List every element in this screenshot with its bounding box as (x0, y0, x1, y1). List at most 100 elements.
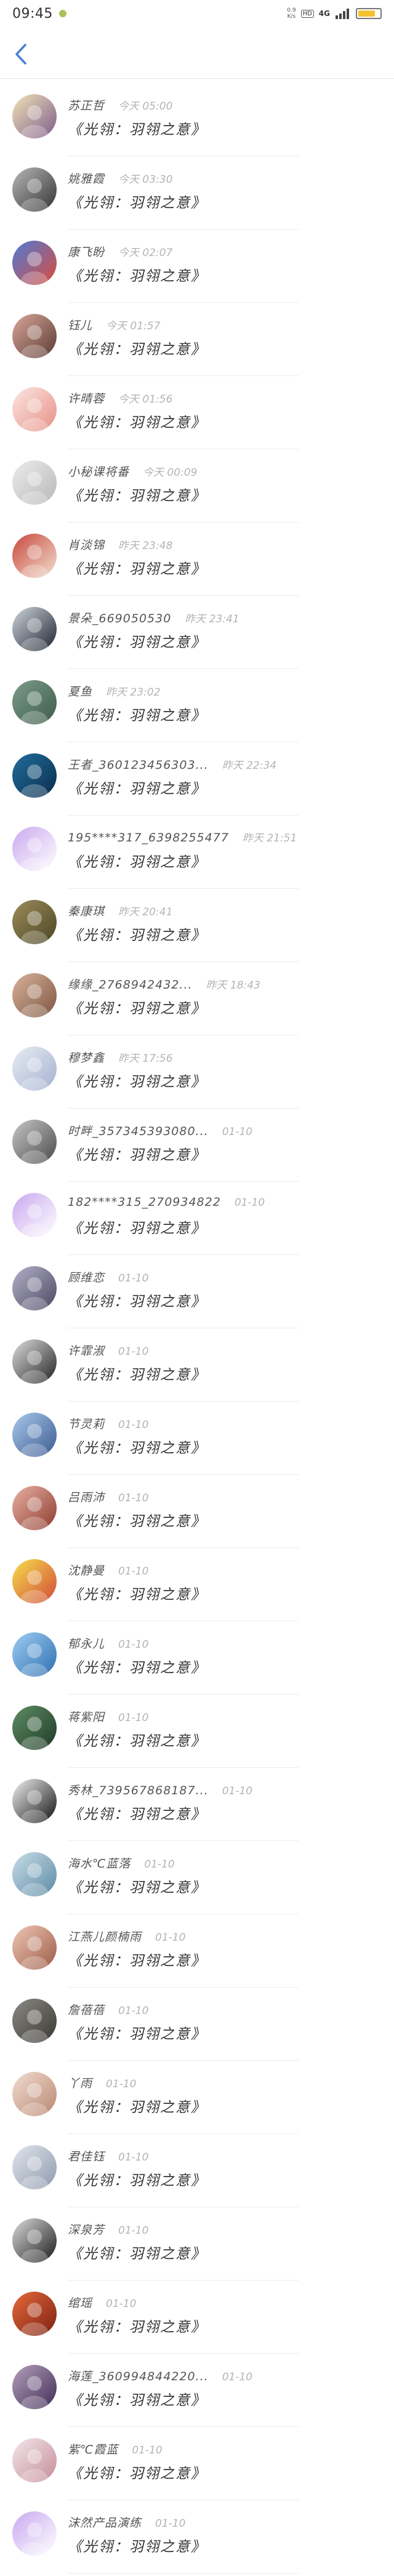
conversation-row[interactable]: 穆梦鑫 昨天 17:56 《光翎：羽翎之意》 (0, 1035, 394, 1109)
conversation-row[interactable]: 182****315_270934822 01-10 《光翎：羽翎之意》 (0, 1182, 394, 1255)
conversation-list: 苏正哲 今天 05:00 《光翎：羽翎之意》 姚雅霞 今天 03:30 《光翎：羽翎之意》… (0, 83, 394, 2574)
conversation-row[interactable]: 紫℃霞蓝 01-10 《光翎：羽翎之意》 (0, 2427, 394, 2500)
avatar[interactable] (12, 2438, 57, 2482)
avatar[interactable] (12, 1706, 57, 1750)
conversation-row[interactable]: 节灵莉 01-10 《光翎：羽翎之意》 (0, 1402, 394, 1475)
avatar[interactable] (12, 973, 57, 1017)
message-time: 01-10 (234, 1197, 265, 1209)
avatar[interactable] (12, 2218, 57, 2263)
avatar[interactable] (12, 241, 57, 285)
contact-name: 苏正哲 (68, 99, 105, 113)
conversation-row[interactable]: 苏正哲 今天 05:00 《光翎：羽翎之意》 (0, 83, 394, 156)
avatar[interactable] (12, 2072, 57, 2116)
avatar[interactable] (12, 1413, 57, 1457)
avatar[interactable] (12, 680, 57, 724)
contact-name: 沈静曼 (68, 1564, 105, 1578)
avatar[interactable] (12, 460, 57, 505)
conversation-row[interactable]: 康飞盼 今天 02:07 《光翎：羽翎之意》 (0, 230, 394, 303)
conversation-row[interactable]: 吕雨沛 01-10 《光翎：羽翎之意》 (0, 1475, 394, 1548)
contact-name: 沫然产品演练 (68, 2516, 142, 2530)
avatar[interactable] (12, 827, 57, 871)
avatar[interactable] (12, 1046, 57, 1091)
message-time: 昨天 17:56 (118, 1053, 173, 1065)
conversation-row[interactable]: 绾瑶 01-10 《光翎：羽翎之意》 (0, 2281, 394, 2354)
network-speed: 0.9 K/s (287, 7, 296, 20)
avatar[interactable] (12, 753, 57, 798)
contact-name: 绾瑶 (68, 2297, 93, 2310)
conversation-row[interactable]: 深泉芳 01-10 《光翎：羽翎之意》 (0, 2207, 394, 2281)
contact-name: 小秘课将番 (68, 465, 130, 479)
conversation-row[interactable]: 海水℃蓝落 01-10 《光翎：羽翎之意》 (0, 1841, 394, 1914)
avatar[interactable] (12, 167, 57, 212)
conversation-row[interactable]: 詹蓓蓓 01-10 《光翎：羽翎之意》 (0, 1988, 394, 2061)
avatar[interactable] (12, 1559, 57, 1603)
avatar[interactable] (12, 2511, 57, 2556)
battery-icon (356, 8, 382, 19)
conversation-row[interactable]: 海莲_360994844220... 01-10 《光翎：羽翎之意》 (0, 2354, 394, 2427)
contact-name: 王者_360123456303... (68, 758, 209, 772)
conversation-row[interactable]: 许晴蓉 今天 01:56 《光翎：羽翎之意》 (0, 376, 394, 449)
avatar[interactable] (12, 1852, 57, 1896)
conversation-row[interactable]: 秀林_739567868187... 01-10 《光翎：羽翎之意》 (0, 1768, 394, 1841)
contact-name: 丫雨 (68, 2077, 93, 2090)
message-preview: 《光翎：羽翎之意》 (68, 488, 206, 504)
avatar[interactable] (12, 1486, 57, 1530)
avatar[interactable] (12, 2292, 57, 2336)
contact-name: 詹蓓蓓 (68, 2004, 105, 2017)
conversation-row[interactable]: 钰儿 今天 01:57 《光翎：羽翎之意》 (0, 303, 394, 376)
contact-name: 郁永儿 (68, 1637, 105, 1651)
conversation-row[interactable]: 时畔_357345393080... 01-10 《光翎：羽翎之意》 (0, 1109, 394, 1182)
avatar[interactable] (12, 1999, 57, 2043)
avatar[interactable] (12, 94, 57, 138)
message-time: 01-10 (132, 2444, 163, 2457)
conversation-row[interactable]: 秦康琪 昨天 20:41 《光翎：羽翎之意》 (0, 889, 394, 962)
conversation-row[interactable]: 丫雨 01-10 《光翎：羽翎之意》 (0, 2061, 394, 2134)
conversation-row[interactable]: 肖淡锦 昨天 23:48 《光翎：羽翎之意》 (0, 523, 394, 596)
conversation-row[interactable]: 沈静曼 01-10 《光翎：羽翎之意》 (0, 1548, 394, 1621)
message-time: 今天 05:00 (118, 100, 173, 113)
avatar[interactable] (12, 1120, 57, 1164)
avatar[interactable] (12, 900, 57, 944)
avatar[interactable] (12, 1193, 57, 1237)
contact-name: 海水℃蓝落 (68, 1857, 131, 1871)
conversation-row[interactable]: 195****317_6398255477 昨天 21:51 《光翎：羽翎之意》 (0, 816, 394, 889)
avatar[interactable] (12, 1266, 57, 1310)
message-preview: 《光翎：羽翎之意》 (68, 561, 206, 577)
avatar[interactable] (12, 1632, 57, 1677)
back-button[interactable] (9, 42, 33, 66)
avatar[interactable] (12, 314, 57, 358)
contact-name: 江燕儿颜楠雨 (68, 1930, 142, 1944)
avatar[interactable] (12, 1339, 57, 1384)
conversation-row[interactable]: 蒋紫阳 01-10 《光翎：羽翎之意》 (0, 1695, 394, 1768)
conversation-row[interactable]: 姚雅霞 今天 03:30 《光翎：羽翎之意》 (0, 156, 394, 230)
message-time: 昨天 23:02 (106, 686, 161, 699)
avatar[interactable] (12, 2145, 57, 2189)
avatar[interactable] (12, 1779, 57, 1823)
conversation-row[interactable]: 君佳钰 01-10 《光翎：羽翎之意》 (0, 2134, 394, 2207)
conversation-row[interactable]: 缘缘_2768942432... 昨天 18:43 《光翎：羽翎之意》 (0, 962, 394, 1035)
conversation-row[interactable]: 王者_360123456303... 昨天 22:34 《光翎：羽翎之意》 (0, 742, 394, 816)
conversation-row[interactable]: 郁永儿 01-10 《光翎：羽翎之意》 (0, 1621, 394, 1695)
conversation-row[interactable]: 景朵_669050530 昨天 23:41 《光翎：羽翎之意》 (0, 596, 394, 669)
conversation-row[interactable]: 夏鱼 昨天 23:02 《光翎：羽翎之意》 (0, 669, 394, 742)
message-time: 01-10 (118, 1639, 149, 1651)
avatar[interactable] (12, 387, 57, 431)
message-time: 01-10 (106, 2298, 137, 2310)
message-preview: 《光翎：羽翎之意》 (68, 635, 206, 651)
conversation-row[interactable]: 小秘课将番 今天 00:09 《光翎：羽翎之意》 (0, 449, 394, 523)
message-preview: 《光翎：羽翎之意》 (68, 2466, 206, 2482)
message-time: 01-10 (155, 2518, 186, 2530)
conversation-row[interactable]: 沫然产品演练 01-10 《光翎：羽翎之意》 (0, 2500, 394, 2574)
message-preview: 《光翎：羽翎之意》 (68, 2319, 206, 2335)
contact-name: 肖淡锦 (68, 539, 105, 552)
contact-name: 秀林_739567868187... (68, 1784, 209, 1797)
contact-name: 海莲_360994844220... (68, 2370, 209, 2383)
conversation-row[interactable]: 顾维恋 01-10 《光翎：羽翎之意》 (0, 1255, 394, 1328)
conversation-row[interactable]: 江燕儿颜楠雨 01-10 《光翎：羽翎之意》 (0, 1914, 394, 1988)
avatar[interactable] (12, 1925, 57, 1970)
conversation-row[interactable]: 许霏淑 01-10 《光翎：羽翎之意》 (0, 1328, 394, 1402)
avatar[interactable] (12, 534, 57, 578)
avatar[interactable] (12, 2365, 57, 2409)
hd-icon: HD (300, 9, 314, 18)
avatar[interactable] (12, 607, 57, 651)
